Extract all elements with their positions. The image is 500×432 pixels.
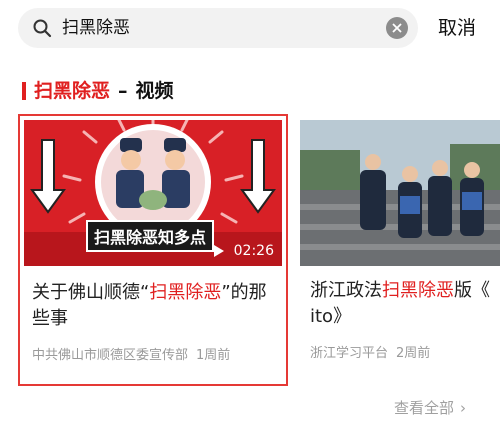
title-text: 浙江政法 xyxy=(310,280,382,301)
play-icon xyxy=(214,245,224,257)
section-dash: – xyxy=(118,80,128,102)
video-time: 1周前 xyxy=(196,348,231,363)
thumbnail-photo xyxy=(300,120,500,266)
clear-icon xyxy=(392,23,402,33)
video-title[interactable]: 关于佛山顺德“扫黑除恶”的那些事 xyxy=(32,280,280,332)
video-source: 浙江学习平台 xyxy=(310,346,389,361)
video-time: 2周前 xyxy=(396,346,431,361)
view-all-label: 查看全部 xyxy=(394,399,455,417)
section-accent-bar xyxy=(22,82,26,100)
clear-search-button[interactable] xyxy=(386,17,408,39)
title-text: 关于佛山顺德“ xyxy=(32,282,150,303)
title-text: 版《 xyxy=(454,280,490,301)
section-suffix: 视频 xyxy=(135,80,174,102)
search-icon xyxy=(33,19,52,38)
view-all-link[interactable]: 查看全部 › xyxy=(394,398,466,418)
video-meta: 浙江学习平台 2周前 xyxy=(310,342,430,361)
video-duration: 02:26 xyxy=(233,243,274,259)
cancel-button[interactable]: 取消 xyxy=(438,16,476,40)
video-thumbnail[interactable] xyxy=(300,120,500,266)
video-source: 中共佛山市顺德区委宣传部 xyxy=(32,348,189,363)
chevron-right-icon: › xyxy=(460,399,467,417)
section-keyword: 扫黑除恶 xyxy=(34,80,111,102)
search-bar[interactable]: 扫黑除恶 xyxy=(18,8,418,48)
title-text-line2: ito》 xyxy=(310,306,352,327)
video-title[interactable]: 浙江政法扫黑除恶版《 ito》 xyxy=(310,278,500,330)
search-input[interactable]: 扫黑除恶 xyxy=(62,17,130,39)
title-keyword: 扫黑除恶 xyxy=(382,280,454,301)
section-heading: 扫黑除恶 – 视频 xyxy=(34,78,174,104)
video-card[interactable]: 浙江政法扫黑除恶版《 ito》 浙江学习平台 2周前 xyxy=(298,114,500,386)
video-meta: 中共佛山市顺德区委宣传部 1周前 xyxy=(32,344,230,363)
thumbnail-caption: 扫黑除恶知多点 xyxy=(86,220,215,252)
title-keyword: 扫黑除恶 xyxy=(149,282,222,303)
video-card[interactable]: 扫黑除恶知多点 02:26 关于佛山顺德“扫黑除恶”的那些事 中共佛山市顺德区委… xyxy=(18,114,288,386)
video-thumbnail[interactable]: 扫黑除恶知多点 02:26 xyxy=(24,120,282,266)
